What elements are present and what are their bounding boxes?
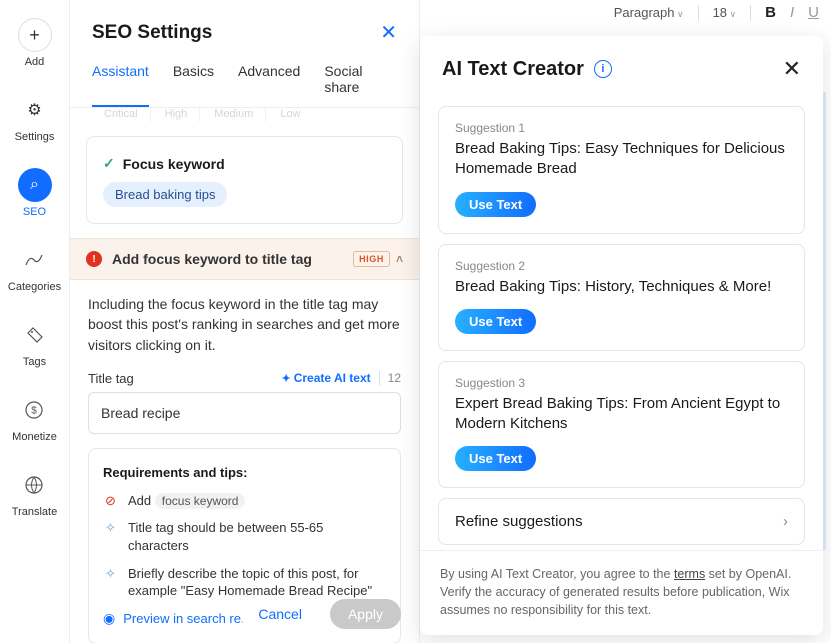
- rail-label: SEO: [23, 206, 46, 218]
- use-text-button[interactable]: Use Text: [455, 446, 536, 471]
- panel-title: SEO Settings: [92, 22, 212, 44]
- filter-low[interactable]: Low: [268, 106, 312, 122]
- editor-toolbar: Paragraph 18 B I U: [614, 4, 819, 21]
- req-item: ✧ Briefly describe the topic of this pos…: [103, 565, 386, 600]
- bold-button[interactable]: B: [765, 4, 776, 21]
- panel-tabs: Assistant Basics Advanced Social share: [70, 55, 419, 108]
- globe-icon: [17, 468, 51, 502]
- focus-keyword-chip[interactable]: Bread baking tips: [103, 182, 227, 207]
- rail-label: Settings: [15, 131, 55, 143]
- tab-assistant[interactable]: Assistant: [92, 63, 149, 107]
- alert-icon: !: [86, 251, 102, 267]
- suggestion-text: Expert Bread Baking Tips: From Ancient E…: [455, 394, 788, 435]
- left-rail: + Add ⚙ Settings ⌕ SEO Categories Tags $…: [0, 0, 70, 643]
- issue-row[interactable]: ! Add focus keyword to title tag HIGH ˄: [70, 238, 419, 280]
- requirements-title: Requirements and tips:: [103, 465, 386, 480]
- use-text-button[interactable]: Use Text: [455, 192, 536, 217]
- bulb-icon: ✧: [103, 565, 118, 583]
- italic-button[interactable]: I: [790, 4, 794, 21]
- title-tag-label: Title tag: [88, 371, 134, 386]
- close-icon[interactable]: ✕: [783, 56, 801, 82]
- rail-label: Tags: [23, 356, 46, 368]
- rail-label: Translate: [12, 506, 57, 518]
- dollar-icon: $: [17, 393, 51, 427]
- categories-icon: [17, 243, 51, 277]
- tab-advanced[interactable]: Advanced: [238, 63, 300, 107]
- check-icon: ✓: [103, 155, 115, 172]
- issue-text: Add focus keyword to title tag: [112, 251, 312, 267]
- title-tag-input[interactable]: [88, 392, 401, 434]
- suggestion-text: Bread Baking Tips: Easy Techniques for D…: [455, 139, 788, 180]
- focus-keyword-title: Focus keyword: [123, 156, 225, 172]
- suggestion-label: Suggestion 1: [455, 121, 788, 135]
- overlay-footer: By using AI Text Creator, you agree to t…: [420, 550, 823, 635]
- create-ai-text-link[interactable]: Create AI text: [282, 371, 371, 385]
- suggestion-card: Suggestion 3 Expert Bread Baking Tips: F…: [438, 361, 805, 489]
- search-icon: ⌕: [18, 168, 52, 202]
- rail-translate[interactable]: Translate: [12, 468, 57, 518]
- rail-label: Monetize: [12, 431, 57, 443]
- editor-area: Paragraph 18 B I U AI Text Creator i ✕ S…: [420, 0, 831, 643]
- severity-filters: Critical High Medium Low: [70, 106, 419, 122]
- rail-tags[interactable]: Tags: [18, 318, 52, 368]
- use-text-button[interactable]: Use Text: [455, 309, 536, 334]
- bulb-icon: ✧: [103, 519, 118, 537]
- severity-badge: HIGH: [353, 251, 390, 267]
- svg-text:$: $: [32, 406, 38, 417]
- refine-suggestions[interactable]: Refine suggestions ›: [438, 498, 805, 545]
- style-dropdown[interactable]: Paragraph: [614, 5, 684, 20]
- refine-label: Refine suggestions: [455, 513, 583, 530]
- apply-button[interactable]: Apply: [330, 599, 401, 629]
- suggestion-card: Suggestion 1 Bread Baking Tips: Easy Tec…: [438, 106, 805, 234]
- ai-text-creator-panel: AI Text Creator i ✕ Suggestion 1 Bread B…: [420, 36, 823, 635]
- error-icon: ⊘: [103, 492, 118, 510]
- filter-high[interactable]: High: [153, 106, 201, 122]
- chevron-up-icon: ˄: [396, 252, 403, 266]
- rail-label: Add: [25, 56, 45, 68]
- rail-seo[interactable]: ⌕ SEO: [18, 168, 52, 218]
- focus-keyword-card: ✓ Focus keyword Bread baking tips: [86, 136, 403, 224]
- eye-icon: ◉: [103, 610, 115, 627]
- plus-icon: +: [18, 18, 52, 52]
- suggestion-label: Suggestion 3: [455, 376, 788, 390]
- suggestion-card: Suggestion 2 Bread Baking Tips: History,…: [438, 244, 805, 351]
- filter-medium[interactable]: Medium: [202, 106, 266, 122]
- suggestion-text: Bread Baking Tips: History, Techniques &…: [455, 277, 788, 297]
- rail-monetize[interactable]: $ Monetize: [12, 393, 57, 443]
- req-item: ⊘ Add focus keyword: [103, 492, 386, 510]
- issue-description: Including the focus keyword in the title…: [88, 294, 401, 355]
- fontsize-dropdown[interactable]: 18: [713, 5, 737, 20]
- overlay-title: AI Text Creator: [442, 58, 584, 81]
- cancel-button[interactable]: Cancel: [240, 599, 320, 629]
- rail-settings[interactable]: ⚙ Settings: [15, 93, 55, 143]
- tag-icon: [18, 318, 52, 352]
- seo-panel: SEO Settings ✕ Assistant Basics Advanced…: [70, 0, 420, 643]
- rail-categories[interactable]: Categories: [8, 243, 61, 293]
- filter-critical[interactable]: Critical: [92, 106, 151, 122]
- tab-basics[interactable]: Basics: [173, 63, 214, 107]
- terms-link[interactable]: terms: [674, 567, 705, 581]
- underline-button[interactable]: U: [808, 4, 819, 21]
- chevron-right-icon: ›: [783, 513, 788, 530]
- close-icon[interactable]: ✕: [380, 20, 397, 45]
- gear-icon: ⚙: [18, 93, 52, 127]
- rail-add[interactable]: + Add: [18, 18, 52, 68]
- req-text: Briefly describe the topic of this post,…: [128, 565, 386, 600]
- tab-social-share[interactable]: Social share: [324, 63, 397, 107]
- info-icon[interactable]: i: [594, 60, 612, 78]
- req-text: Title tag should be between 55-65 charac…: [128, 519, 386, 554]
- req-item: ✧ Title tag should be between 55-65 char…: [103, 519, 386, 554]
- char-counter: 12: [379, 371, 401, 385]
- rail-label: Categories: [8, 281, 61, 293]
- req-text: Add: [128, 493, 151, 508]
- suggestion-label: Suggestion 2: [455, 259, 788, 273]
- req-chip: focus keyword: [155, 493, 246, 509]
